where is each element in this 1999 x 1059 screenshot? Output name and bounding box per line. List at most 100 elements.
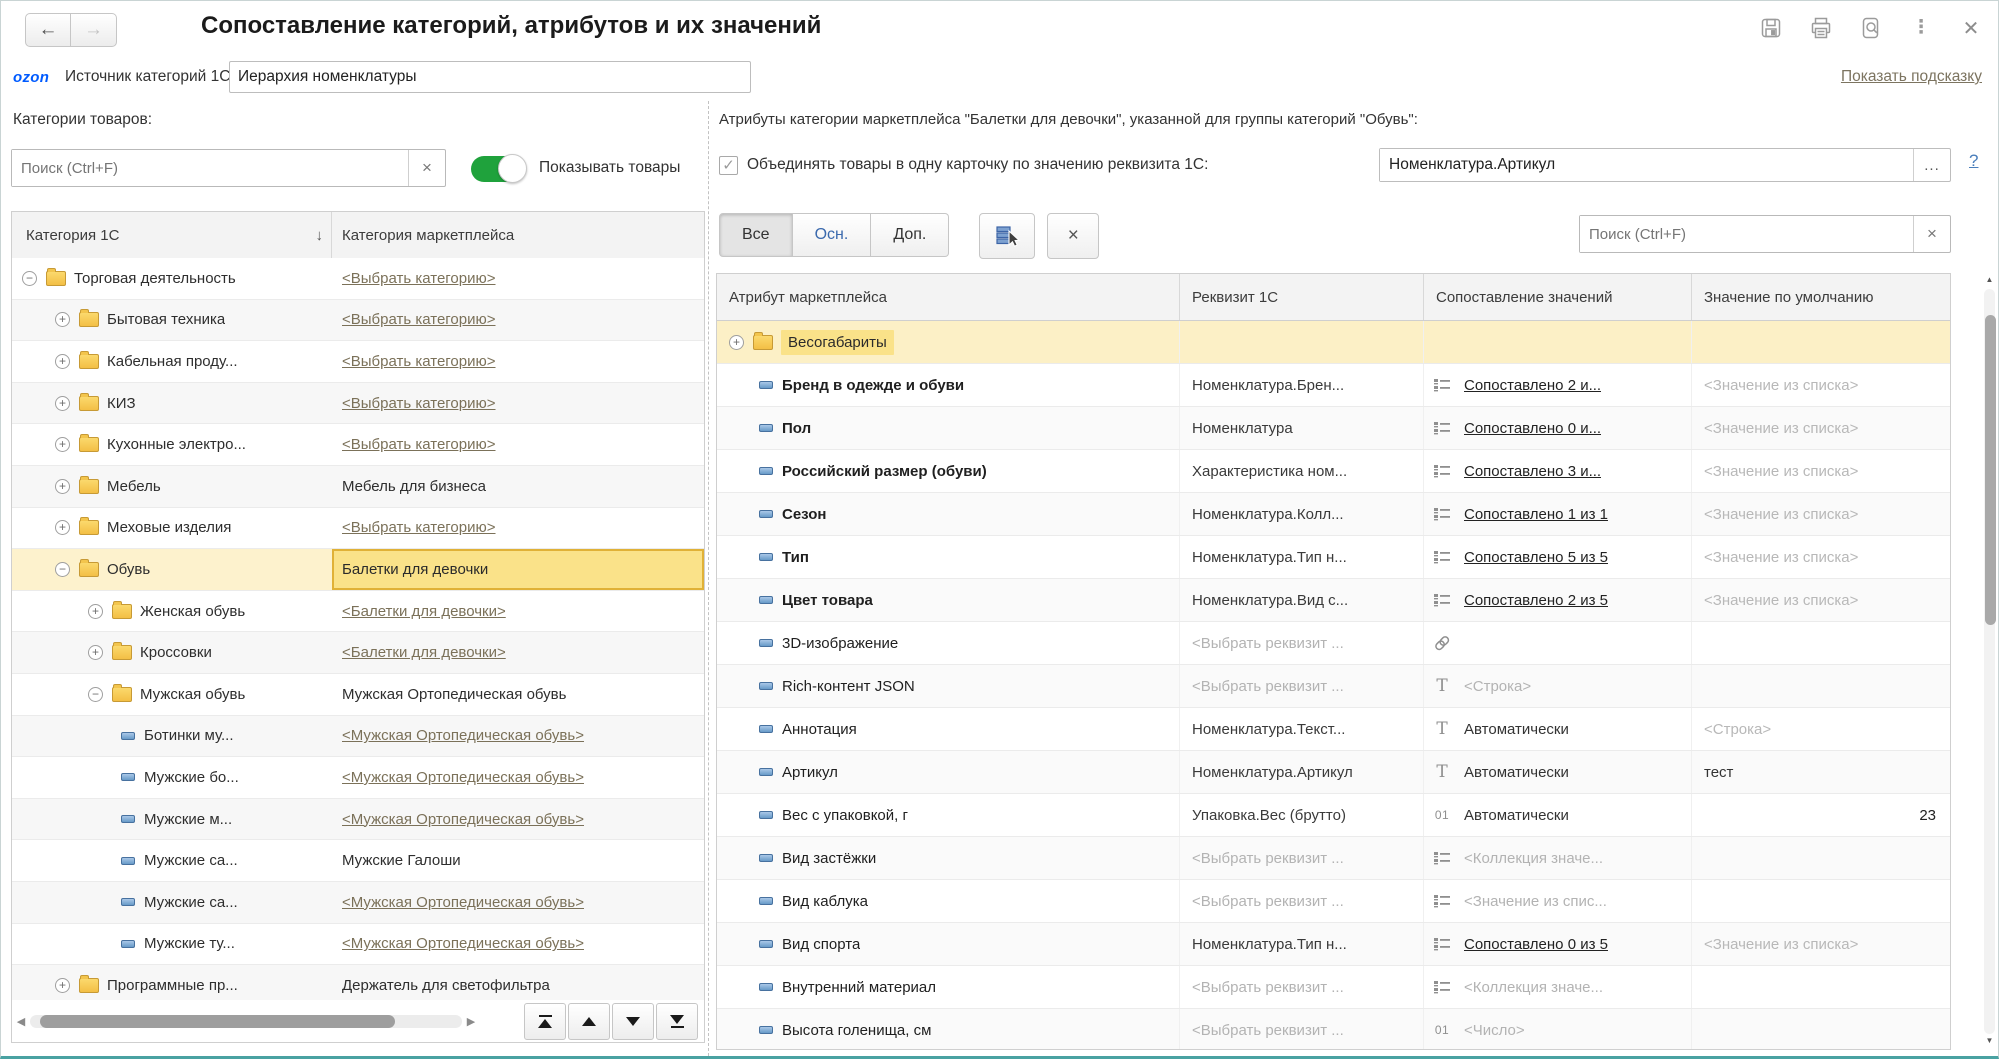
attribute-cell[interactable]: Цвет товара [717, 579, 1180, 621]
attribute-row[interactable]: Вид застёжки<Выбрать реквизит ...<Коллек… [717, 837, 1950, 880]
rekvizit-cell[interactable]: <Выбрать реквизит ... [1180, 837, 1424, 879]
category-1c-cell[interactable]: +Бытовая техника [12, 300, 332, 341]
category-1c-cell[interactable]: −Торговая деятельность [12, 258, 332, 299]
rekvizit-cell[interactable]: <Выбрать реквизит ... [1180, 622, 1424, 664]
category-tree-row[interactable]: Мужские са...Мужские Галоши [12, 840, 704, 882]
scroll-up-button[interactable] [568, 1003, 610, 1040]
hscroll-left-icon[interactable]: ◀ [12, 1015, 30, 1028]
mapping-link[interactable]: Сопоставлено 2 из 5 [1464, 592, 1608, 609]
choose-category-link[interactable]: <Мужская Ортопедическая обувь> [342, 894, 584, 911]
rekvizit-cell[interactable]: <Выбрать реквизит ... [1180, 966, 1424, 1008]
marketplace-category-cell[interactable]: <Мужская Ортопедическая обувь> [332, 757, 704, 798]
rekvizit-cell[interactable]: Номенклатура.Тип н... [1180, 923, 1424, 965]
choose-category-link[interactable]: <Мужская Ортопедическая обувь> [342, 769, 584, 786]
source-input[interactable] [229, 61, 751, 93]
rekvizit-cell[interactable]: Номенклатура.Текст... [1180, 708, 1424, 750]
marketplace-category-cell[interactable]: <Мужская Ортопедическая обувь> [332, 799, 704, 840]
scroll-first-button[interactable] [524, 1003, 566, 1040]
merge-rekvizit-input[interactable] [1380, 149, 1913, 181]
category-1c-cell[interactable]: Мужские са... [12, 840, 332, 881]
mapping-cell[interactable] [1424, 622, 1692, 664]
mapping-cell[interactable]: Сопоставлено 0 и... [1424, 407, 1692, 449]
attribute-row[interactable]: СезонНоменклатура.Колл...Сопоставлено 1 … [717, 493, 1950, 536]
attribute-row[interactable]: Вид спортаНоменклатура.Тип н...Сопоставл… [717, 923, 1950, 966]
mapping-link[interactable]: Сопоставлено 3 и... [1464, 463, 1601, 480]
category-tree-row[interactable]: −Торговая деятельность <Выбрать категорию… [12, 258, 704, 300]
category-tree-row[interactable]: +Кабельная проду...<Выбрать категорию> [12, 341, 704, 383]
merge-rekvizit-picker-button[interactable]: ... [1913, 149, 1950, 181]
marketplace-category-cell[interactable]: <Выбрать категорию> [332, 300, 704, 341]
vscroll-up-icon[interactable]: ▲ [1983, 275, 1996, 287]
column-rekvizit-1c[interactable]: Реквизит 1С [1180, 274, 1424, 320]
category-1c-cell[interactable]: Мужские бо... [12, 757, 332, 798]
sort-desc-icon[interactable]: ↓ [316, 227, 324, 244]
category-1c-cell[interactable]: +Кроссовки [12, 632, 332, 673]
mapping-cell[interactable]: <Коллекция значе... [1424, 837, 1692, 879]
attribute-cell[interactable]: Аннотация [717, 708, 1180, 750]
marketplace-category-cell[interactable]: <Выбрать категорию> [332, 341, 704, 382]
more-menu-icon[interactable]: ⋮ [1908, 15, 1934, 41]
mapping-link[interactable]: Сопоставлено 0 и... [1464, 420, 1601, 437]
mapping-link[interactable]: Сопоставлено 2 и... [1464, 377, 1601, 394]
attribute-cell[interactable]: Сезон [717, 493, 1180, 535]
marketplace-category-cell[interactable]: <Мужская Ортопедическая обувь> [332, 882, 704, 923]
attribute-row[interactable]: Вес с упаковкой, гУпаковка.Вес (брутто)0… [717, 794, 1950, 837]
marketplace-category-cell[interactable]: Мужские Галоши [332, 840, 704, 881]
rekvizit-cell[interactable]: Характеристика ном... [1180, 450, 1424, 492]
mapping-cell[interactable]: Сопоставлено 0 из 5 [1424, 923, 1692, 965]
category-tree-row[interactable]: Мужские са...<Мужская Ортопедическая обу… [12, 882, 704, 924]
tab-all[interactable]: Все [719, 213, 793, 257]
marketplace-category-cell[interactable]: <Мужская Ортопедическая обувь> [332, 924, 704, 965]
attribute-row[interactable]: Rich-контент JSON<Выбрать реквизит ...T<… [717, 665, 1950, 708]
hscroll-thumb[interactable] [40, 1015, 395, 1028]
attribute-cell[interactable]: +Весогабариты [717, 321, 1180, 363]
mapping-cell[interactable]: TАвтоматически [1424, 708, 1692, 750]
save-icon[interactable] [1758, 15, 1784, 41]
attribute-row[interactable]: Вид каблука<Выбрать реквизит ...<Значени… [717, 880, 1950, 923]
merge-checkbox[interactable]: ✓ [719, 156, 738, 175]
marketplace-category-cell[interactable]: <Балетки для девочки> [332, 632, 704, 673]
mapping-cell[interactable]: Сопоставлено 2 и... [1424, 364, 1692, 406]
default-value-cell[interactable]: 23 [1692, 794, 1950, 836]
back-button[interactable]: ← [25, 13, 71, 47]
attribute-cell[interactable]: Пол [717, 407, 1180, 449]
forward-button[interactable]: → [71, 13, 117, 47]
attribute-row[interactable]: Российский размер (обуви)Характеристика … [717, 450, 1950, 493]
marketplace-category-cell[interactable]: <Балетки для девочки> [332, 591, 704, 632]
attribute-cell[interactable]: Внутренний материал [717, 966, 1180, 1008]
default-value-cell[interactable] [1692, 966, 1950, 1008]
expand-icon[interactable]: + [55, 520, 70, 535]
collapse-icon[interactable]: − [55, 562, 70, 577]
mapping-cell[interactable]: 01Автоматически [1424, 794, 1692, 836]
tab-additional[interactable]: Доп. [871, 213, 949, 257]
expand-icon[interactable]: + [729, 335, 744, 350]
hscroll-track[interactable] [30, 1015, 462, 1028]
fill-values-button[interactable] [979, 213, 1035, 259]
category-tree-row[interactable]: Мужские бо... <Мужская Ортопедическая обу… [12, 757, 704, 799]
marketplace-category-cell[interactable]: Держатель для светофильтра [332, 965, 704, 1000]
attribute-cell[interactable]: Вес с упаковкой, г [717, 794, 1180, 836]
panel-splitter[interactable] [708, 101, 709, 1056]
column-default-value[interactable]: Значение по умолчанию [1692, 274, 1950, 320]
category-tree-row[interactable]: Ботинки му...<Мужская Ортопедическая обу… [12, 716, 704, 758]
attribute-cell[interactable]: Артикул [717, 751, 1180, 793]
category-tree-row[interactable]: +МебельМебель для бизнеса [12, 466, 704, 508]
show-hint-link[interactable]: Показать подсказку [1841, 68, 1982, 86]
attributes-search-clear-icon[interactable]: × [1913, 216, 1950, 252]
choose-category-link[interactable]: <Выбрать категорию> [342, 270, 496, 287]
attribute-group-row[interactable]: +Весогабариты [717, 321, 1950, 364]
close-icon[interactable]: ✕ [1958, 15, 1984, 41]
categories-search-input[interactable] [12, 150, 408, 186]
default-value-cell[interactable] [1692, 837, 1950, 879]
attribute-cell[interactable]: Тип [717, 536, 1180, 578]
help-link[interactable]: ? [1969, 151, 1978, 171]
category-tree-row[interactable]: +Кухонные электро...<Выбрать категорию> [12, 424, 704, 466]
default-value-cell[interactable]: <Значение из списка> [1692, 579, 1950, 621]
category-1c-cell[interactable]: +Кабельная проду... [12, 341, 332, 382]
expand-icon[interactable]: + [88, 645, 103, 660]
category-1c-cell[interactable]: +Программные пр... [12, 965, 332, 1000]
attribute-row[interactable]: 3D-изображение<Выбрать реквизит ... [717, 622, 1950, 665]
category-tree-row[interactable]: +КИЗ<Выбрать категорию> [12, 383, 704, 425]
marketplace-category-cell[interactable]: Балетки для девочки [332, 549, 704, 590]
mapping-cell[interactable]: Сопоставлено 5 из 5 [1424, 536, 1692, 578]
